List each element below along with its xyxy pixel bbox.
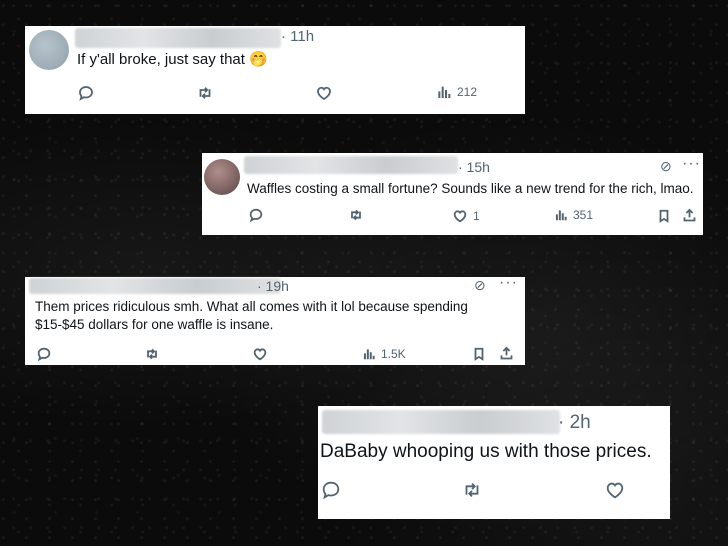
- tweet-card-2[interactable]: · 15h ⊘ ··· Waffles costing a small fort…: [202, 153, 703, 235]
- share-icon: [499, 346, 514, 361]
- tweet-text: Them prices ridiculous smh. What all com…: [35, 299, 468, 333]
- share-button[interactable]: [499, 346, 514, 361]
- retweet-button[interactable]: [195, 84, 215, 102]
- retweet-icon: [195, 84, 215, 102]
- grok-icon[interactable]: ⊘: [660, 158, 673, 175]
- views-count: 351: [573, 208, 594, 222]
- reply-button[interactable]: [77, 84, 95, 102]
- like-icon: [315, 84, 333, 102]
- tweet-timestamp[interactable]: · 19h: [257, 278, 289, 294]
- tweet-card-3[interactable]: · 19h ⊘ ··· Them prices ridiculous smh. …: [25, 274, 525, 365]
- blurred-username: [29, 278, 281, 294]
- bookmark-button[interactable]: [472, 346, 486, 362]
- blurred-username: [244, 156, 458, 174]
- reply-button[interactable]: [248, 207, 264, 223]
- tweet-timestamp[interactable]: · 15h: [458, 159, 490, 175]
- like-button[interactable]: 1: [452, 208, 480, 224]
- tweet-timestamp[interactable]: · 2h: [558, 412, 591, 434]
- like-icon: [604, 479, 626, 501]
- like-count: 1: [473, 209, 480, 223]
- like-icon: [452, 208, 468, 224]
- blurred-username: [75, 28, 281, 48]
- tweet-card-1[interactable]: · 11h If y'all broke, just say that 🤭 21…: [25, 26, 525, 114]
- reply-icon: [248, 207, 264, 223]
- like-icon: [252, 346, 268, 362]
- tweet-text: Waffles costing a small fortune? Sounds …: [247, 181, 694, 196]
- tweet-timestamp[interactable]: · 11h: [281, 28, 314, 45]
- like-button[interactable]: [604, 479, 626, 501]
- grok-icon[interactable]: ⊘: [474, 277, 487, 294]
- share-icon: [682, 208, 697, 223]
- more-icon[interactable]: ···: [682, 155, 701, 173]
- views-icon: [436, 84, 452, 100]
- blurred-username: [322, 410, 560, 434]
- views-button[interactable]: 1.5K: [362, 347, 406, 361]
- more-icon[interactable]: ···: [499, 274, 518, 292]
- views-icon: [362, 347, 376, 361]
- bookmark-icon: [657, 208, 671, 224]
- avatar[interactable]: [29, 30, 69, 70]
- retweet-icon: [143, 346, 161, 362]
- like-button[interactable]: [252, 346, 268, 362]
- views-button[interactable]: 212: [436, 84, 477, 100]
- views-count: 212: [457, 85, 478, 99]
- tweet-text: If y'all broke, just say that 🤭: [77, 51, 268, 68]
- reply-button[interactable]: [36, 346, 52, 362]
- avatar[interactable]: [204, 159, 240, 195]
- retweet-icon: [347, 207, 365, 223]
- tweet-card-4[interactable]: · 2h DaBaby whooping us with those price…: [318, 406, 670, 519]
- like-button[interactable]: [315, 84, 333, 102]
- views-count: 1.5K: [381, 347, 406, 361]
- views-button[interactable]: 351: [554, 208, 593, 222]
- views-icon: [554, 208, 568, 222]
- bookmark-button[interactable]: [657, 208, 671, 224]
- retweet-button[interactable]: [460, 479, 484, 501]
- share-button[interactable]: [682, 208, 697, 223]
- retweet-button[interactable]: [143, 346, 161, 362]
- reply-icon: [77, 84, 95, 102]
- reply-button[interactable]: [320, 479, 342, 501]
- reply-icon: [320, 479, 342, 501]
- retweet-icon: [460, 479, 484, 501]
- bookmark-icon: [472, 346, 486, 362]
- reply-icon: [36, 346, 52, 362]
- tweet-text: DaBaby whooping us with those prices.: [320, 441, 652, 462]
- retweet-button[interactable]: [347, 207, 365, 223]
